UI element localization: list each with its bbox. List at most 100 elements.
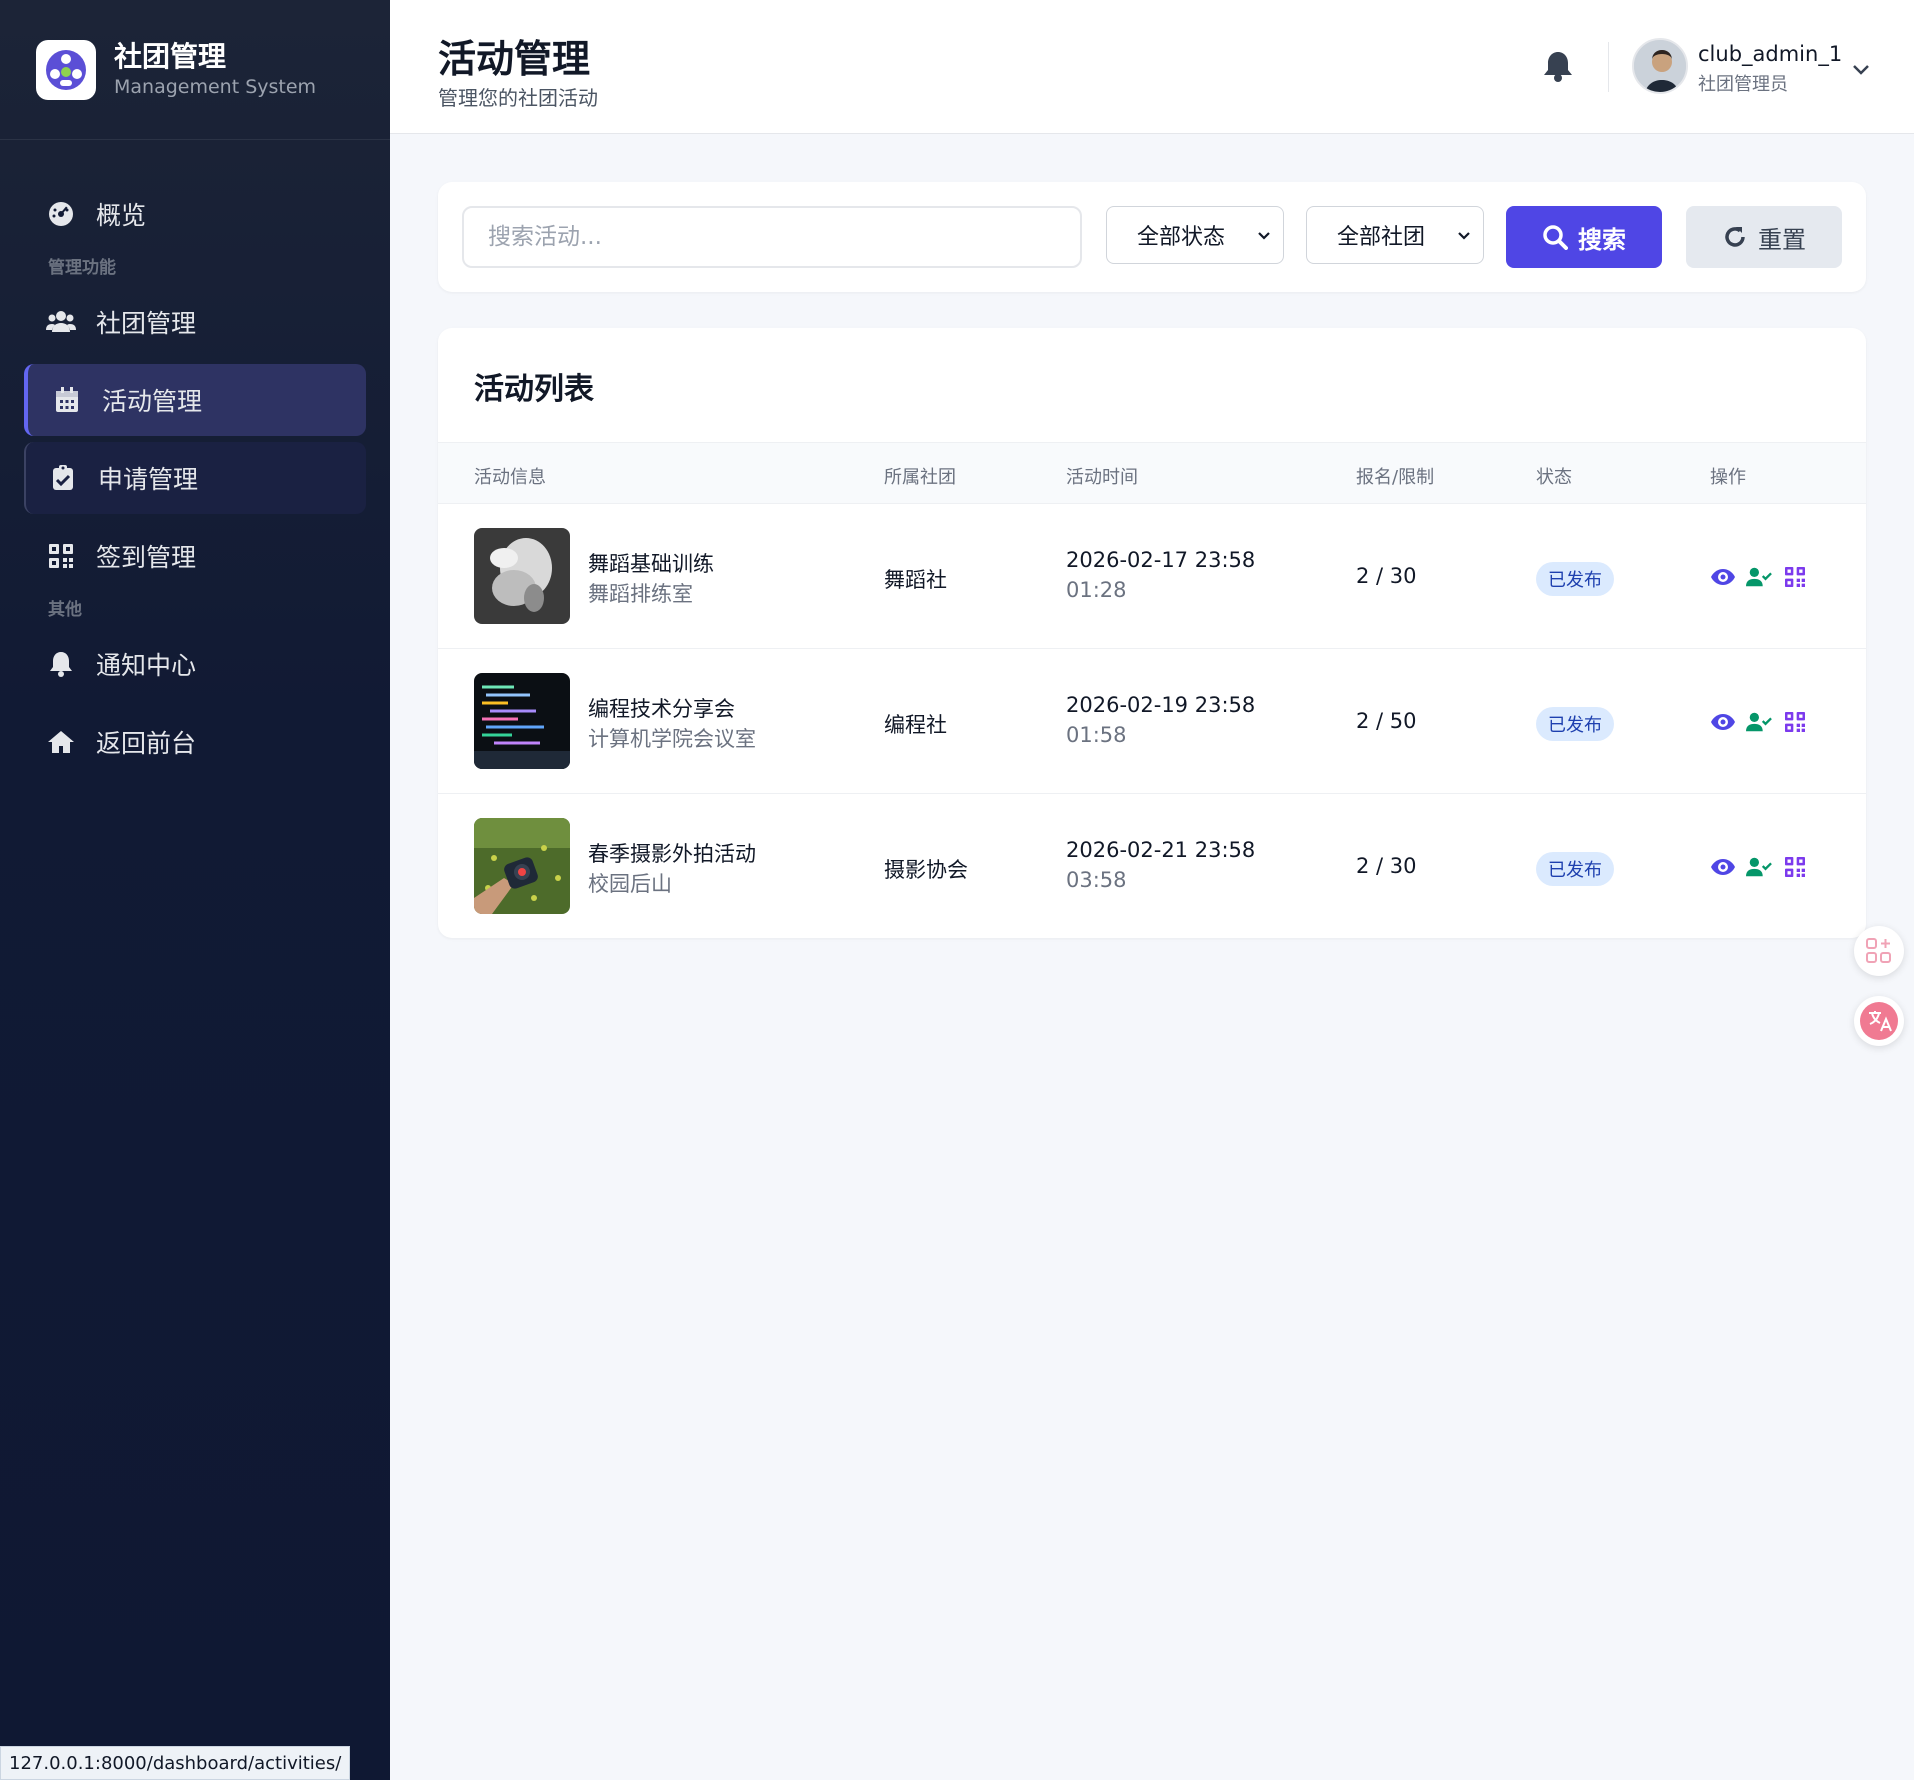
activity-end-time: 03:58 bbox=[1066, 868, 1127, 892]
table-row[interactable]: 编程技术分享会 计算机学院会议室 编程社 2026-02-19 23:58 01… bbox=[438, 649, 1866, 794]
user-role: 社团管理员 bbox=[1698, 74, 1788, 95]
search-button[interactable]: 搜索 bbox=[1506, 206, 1662, 268]
activity-place: 计算机学院会议室 bbox=[588, 727, 756, 751]
sidebar-item-label: 返回前台 bbox=[96, 729, 197, 758]
clipboard-check-icon bbox=[48, 463, 78, 493]
sidebar-item-label: 申请管理 bbox=[98, 465, 199, 494]
notification-bell-icon[interactable] bbox=[1544, 50, 1576, 84]
sidebar-item-notifications[interactable]: 通知中心 bbox=[0, 628, 390, 700]
sidebar-item-overview[interactable]: 概览 bbox=[0, 178, 390, 250]
dashboard-icon bbox=[46, 199, 76, 229]
column-header: 报名/限制 bbox=[1356, 467, 1435, 488]
calendar-icon bbox=[52, 385, 82, 415]
search-input[interactable] bbox=[462, 206, 1082, 268]
sidebar-item-label: 概览 bbox=[96, 201, 147, 230]
app-root: 社团管理 Management System 概览 管理功能 社团管理 活动管理… bbox=[0, 0, 1914, 1780]
column-header: 所属社团 bbox=[884, 467, 956, 488]
sidebar-section-manage: 管理功能 bbox=[48, 258, 116, 278]
user-check-icon[interactable] bbox=[1746, 709, 1772, 735]
activity-name[interactable]: 舞蹈基础训练 bbox=[588, 548, 714, 578]
user-check-icon[interactable] bbox=[1746, 564, 1772, 590]
page-title: 活动管理 bbox=[438, 37, 591, 81]
qrcode-icon bbox=[46, 541, 76, 571]
brand-subtitle: Management System bbox=[114, 75, 317, 98]
page-subtitle: 管理您的社团活动 bbox=[438, 86, 598, 110]
qrcode-icon[interactable] bbox=[1782, 564, 1808, 590]
list-title: 活动列表 bbox=[474, 372, 594, 407]
brand-title: 社团管理 bbox=[114, 39, 227, 73]
eye-icon[interactable] bbox=[1710, 854, 1736, 880]
status-badge: 已发布 bbox=[1536, 707, 1614, 741]
chevron-down-icon bbox=[1455, 225, 1473, 243]
table-row[interactable]: 春季摄影外拍活动 校园后山 摄影协会 2026-02-21 23:58 03:5… bbox=[438, 794, 1866, 939]
column-header: 活动时间 bbox=[1066, 467, 1138, 488]
activity-name[interactable]: 编程技术分享会 bbox=[588, 693, 735, 723]
sidebar-item-label: 签到管理 bbox=[96, 543, 197, 572]
column-header: 活动信息 bbox=[474, 467, 546, 488]
club-select[interactable]: 全部社团 bbox=[1306, 206, 1484, 264]
chevron-down-icon bbox=[1255, 225, 1273, 243]
status-badge: 已发布 bbox=[1536, 562, 1614, 596]
eye-icon[interactable] bbox=[1710, 709, 1736, 735]
sidebar-item-label: 社团管理 bbox=[96, 309, 197, 338]
table-row[interactable]: 舞蹈基础训练 舞蹈排练室 舞蹈社 2026-02-17 23:58 01:28 … bbox=[438, 504, 1866, 649]
sidebar-item-clubs[interactable]: 社团管理 bbox=[0, 286, 390, 358]
activity-list-card: 活动列表 活动信息 所属社团 活动时间 报名/限制 状态 操作 舞蹈基础训练 舞… bbox=[438, 328, 1866, 938]
sidebar-item-activities[interactable]: 活动管理 bbox=[24, 364, 366, 436]
activity-registration: 2 / 30 bbox=[1356, 854, 1417, 878]
row-actions bbox=[1710, 709, 1808, 735]
activity-start-time: 2026-02-17 23:58 bbox=[1066, 548, 1256, 572]
translate-icon[interactable] bbox=[1854, 996, 1904, 1046]
row-actions bbox=[1710, 564, 1808, 590]
activity-name[interactable]: 春季摄影外拍活动 bbox=[588, 838, 756, 868]
activity-start-time: 2026-02-19 23:58 bbox=[1066, 693, 1256, 717]
sidebar-item-checkin[interactable]: 签到管理 bbox=[0, 520, 390, 592]
brand-logo-icon bbox=[36, 39, 96, 100]
sidebar-section-other: 其他 bbox=[48, 600, 82, 620]
sidebar-item-label: 活动管理 bbox=[102, 387, 203, 416]
activity-registration: 2 / 30 bbox=[1356, 564, 1417, 588]
browser-status-url: 127.0.0.1:8000/dashboard/activities/ bbox=[0, 1746, 351, 1780]
header-divider bbox=[1608, 42, 1609, 92]
activity-end-time: 01:58 bbox=[1066, 723, 1127, 747]
activity-thumbnail bbox=[474, 818, 570, 914]
activity-thumbnail bbox=[474, 673, 570, 769]
activity-place: 校园后山 bbox=[588, 872, 672, 896]
table-header: 活动信息 所属社团 活动时间 报名/限制 状态 操作 bbox=[438, 442, 1866, 504]
status-badge: 已发布 bbox=[1536, 852, 1614, 886]
activity-club: 舞蹈社 bbox=[884, 568, 947, 592]
home-icon bbox=[46, 727, 76, 757]
row-actions bbox=[1710, 854, 1808, 880]
activity-place: 舞蹈排练室 bbox=[588, 582, 693, 606]
bell-icon bbox=[46, 649, 76, 679]
sidebar: 社团管理 Management System 概览 管理功能 社团管理 活动管理… bbox=[0, 0, 390, 1780]
status-select-value: 全部状态 bbox=[1137, 225, 1226, 250]
chevron-down-icon[interactable] bbox=[1850, 58, 1872, 80]
user-check-icon[interactable] bbox=[1746, 854, 1772, 880]
reset-button[interactable]: 重置 bbox=[1686, 206, 1842, 268]
column-header: 操作 bbox=[1710, 467, 1746, 488]
column-header: 状态 bbox=[1536, 467, 1572, 488]
activity-club: 摄影协会 bbox=[884, 858, 968, 882]
activity-start-time: 2026-02-21 23:58 bbox=[1066, 838, 1256, 862]
apps-plus-icon[interactable] bbox=[1854, 926, 1904, 976]
top-header: 活动管理 管理您的社团活动 club_admin_1 社团管理员 bbox=[390, 0, 1914, 134]
brand[interactable]: 社团管理 Management System bbox=[0, 0, 390, 140]
activity-club: 编程社 bbox=[884, 713, 947, 737]
activity-thumbnail bbox=[474, 528, 570, 624]
search-card: 全部状态 全部社团 搜索 重置 bbox=[438, 182, 1866, 292]
sidebar-item-frontend[interactable]: 返回前台 bbox=[0, 706, 390, 778]
eye-icon[interactable] bbox=[1710, 564, 1736, 590]
qrcode-icon[interactable] bbox=[1782, 854, 1808, 880]
avatar[interactable] bbox=[1632, 38, 1688, 94]
sidebar-item-applications[interactable]: 申请管理 bbox=[24, 442, 366, 514]
user-name[interactable]: club_admin_1 bbox=[1698, 42, 1842, 66]
search-button-label: 搜索 bbox=[1578, 225, 1626, 254]
reset-button-label: 重置 bbox=[1758, 225, 1806, 254]
status-select[interactable]: 全部状态 bbox=[1106, 206, 1284, 264]
sidebar-nav: 概览 管理功能 社团管理 活动管理 申请管理 签到管理 其他 通知中心 返回前台 bbox=[0, 140, 390, 778]
qrcode-icon[interactable] bbox=[1782, 709, 1808, 735]
sidebar-item-label: 通知中心 bbox=[96, 651, 197, 680]
club-select-value: 全部社团 bbox=[1337, 225, 1426, 250]
activity-registration: 2 / 50 bbox=[1356, 709, 1417, 733]
